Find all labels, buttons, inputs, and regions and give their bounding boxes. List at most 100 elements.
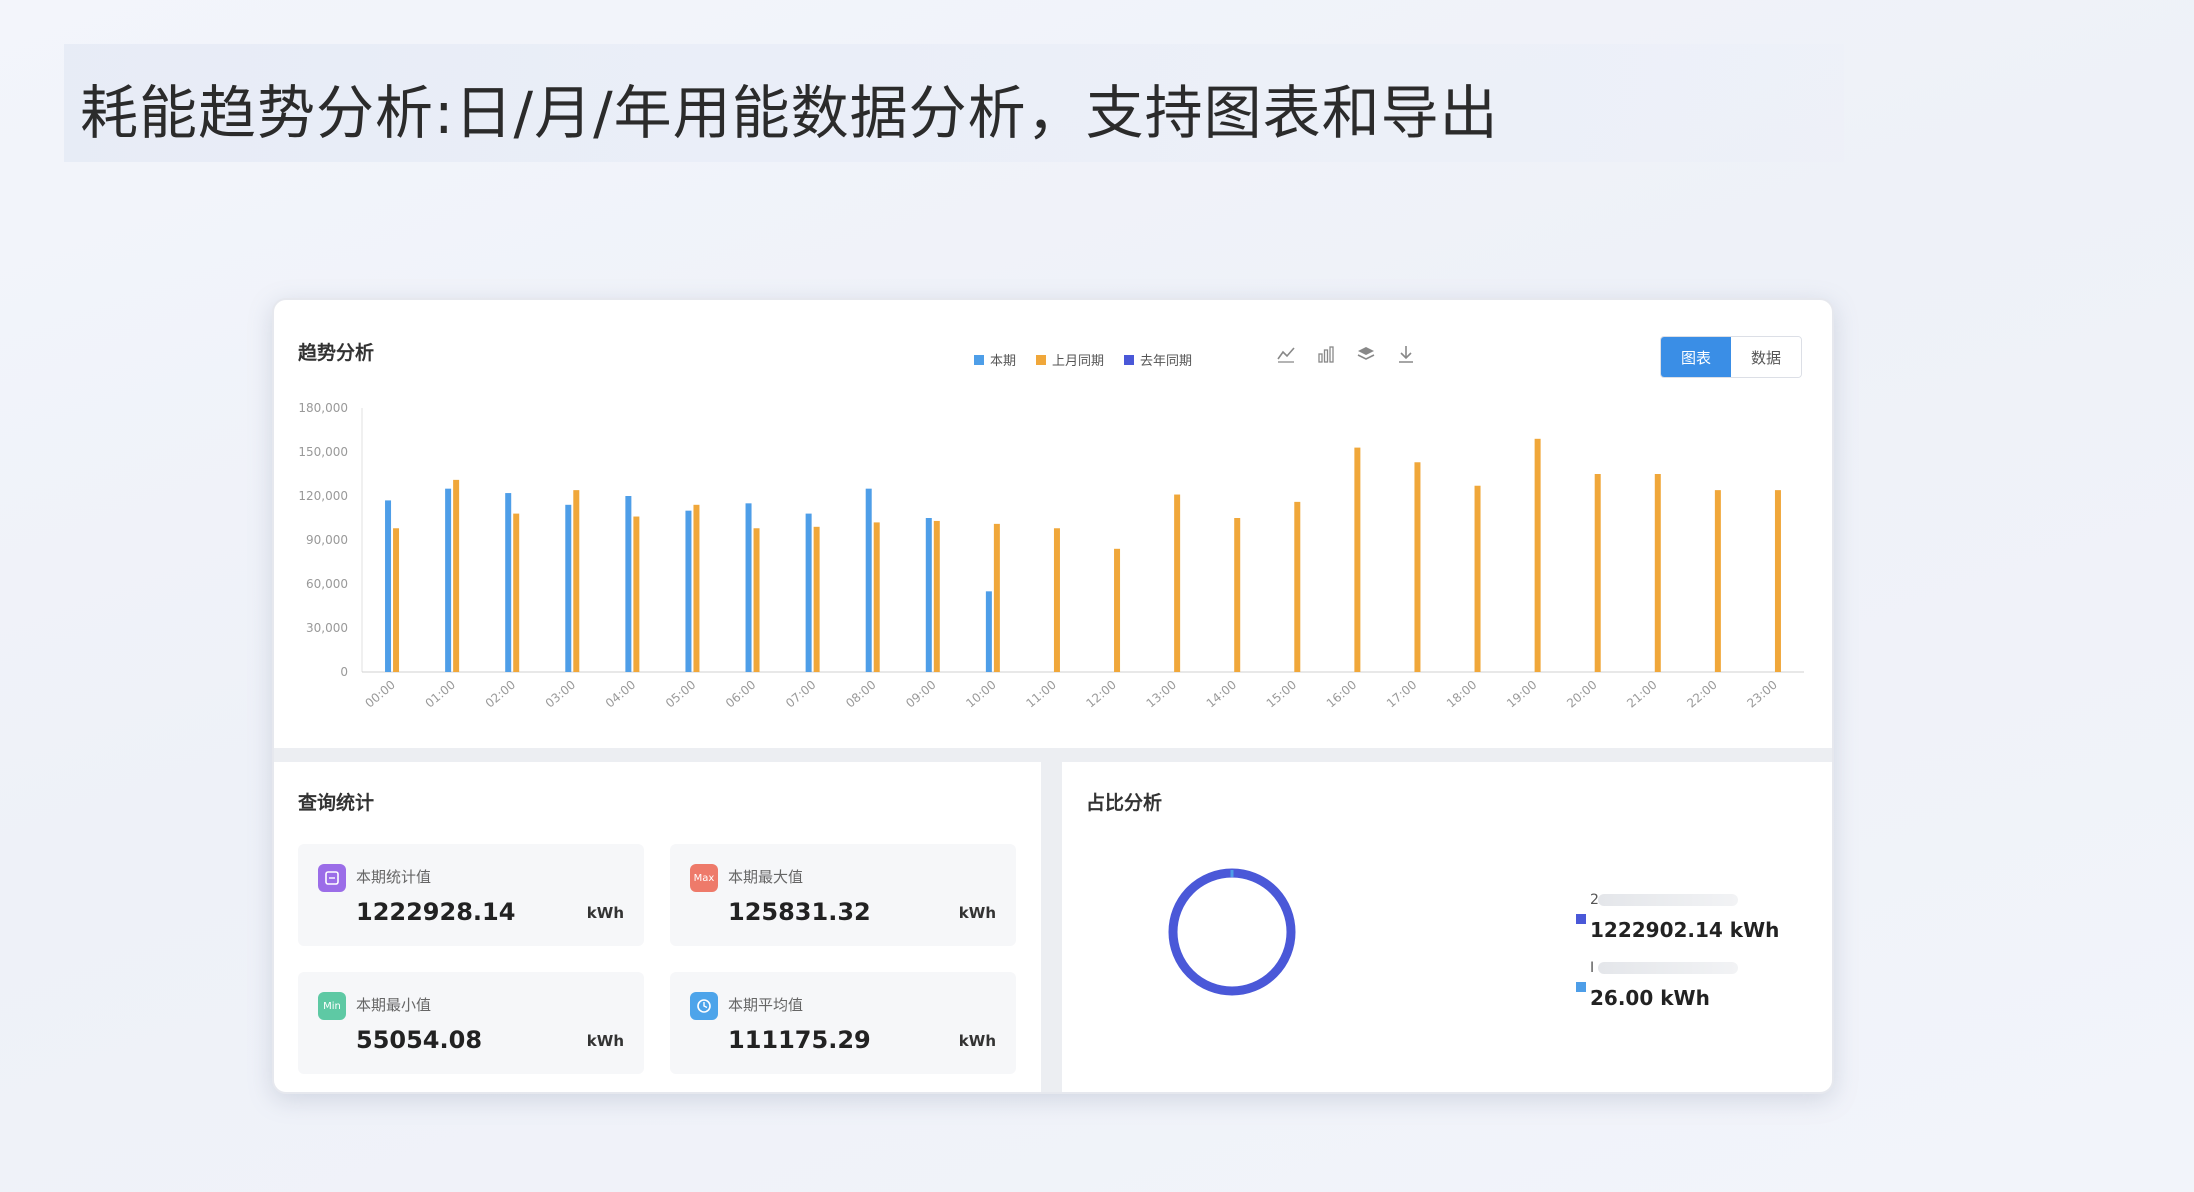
bar-last-month[interactable]	[993, 523, 1000, 672]
x-tick-label: 19:00	[1504, 678, 1539, 711]
bar-last-month[interactable]	[1474, 485, 1481, 672]
stat-value: 125831.32	[728, 898, 871, 926]
bar-last-month[interactable]	[873, 522, 880, 672]
x-tick-label: 08:00	[843, 678, 878, 711]
stat-unit: kWh	[958, 904, 996, 922]
bar-last-month[interactable]	[1294, 501, 1301, 672]
x-tick-label: 16:00	[1324, 678, 1359, 711]
bar-last-month[interactable]	[1714, 490, 1721, 672]
y-tick-label: 150,000	[298, 445, 348, 459]
bar-last-month[interactable]	[1174, 494, 1181, 672]
ratio-swatch	[1576, 914, 1586, 924]
x-tick-label: 06:00	[723, 678, 758, 711]
ratio-title: 占比分析	[1086, 792, 1163, 814]
bar-current[interactable]	[745, 503, 752, 672]
stat-value: 111175.29	[728, 1026, 871, 1054]
ratio-card: 占比分析 2 1222902.14 kWh I 26.00 kWh	[1062, 762, 1832, 1092]
bar-last-month[interactable]	[933, 520, 940, 672]
y-tick-label: 0	[340, 665, 348, 679]
x-tick-label: 09:00	[903, 678, 938, 711]
bar-current[interactable]	[865, 488, 872, 672]
stat-min: Min 本期最小值 55054.08 kWh	[298, 972, 644, 1074]
x-tick-label: 23:00	[1744, 678, 1779, 711]
clock-icon	[690, 992, 718, 1020]
y-tick-label: 30,000	[306, 621, 348, 635]
y-tick-label: 180,000	[298, 401, 348, 415]
bar-current[interactable]	[625, 496, 632, 672]
bar-last-month[interactable]	[573, 490, 580, 672]
y-tick-label: 60,000	[306, 577, 348, 591]
bar-current[interactable]	[985, 591, 992, 672]
dashboard-panel: 趋势分析 本期 上月同期 去年同期 图表 数据 0 30,000 60,000 …	[272, 298, 1834, 1094]
x-tick-label: 00:00	[362, 678, 397, 711]
x-tick-label: 21:00	[1624, 678, 1659, 711]
x-tick-label: 14:00	[1204, 678, 1239, 711]
bar-last-month[interactable]	[1114, 548, 1121, 672]
donut-ring-main	[1168, 868, 1296, 996]
bar-last-month[interactable]	[1534, 438, 1541, 672]
stat-value: 55054.08	[356, 1026, 483, 1054]
bar-last-month[interactable]	[1053, 528, 1060, 672]
x-tick-label: 04:00	[603, 678, 638, 711]
bar-current[interactable]	[685, 510, 692, 672]
x-tick-label: 01:00	[423, 678, 458, 711]
bar-last-month[interactable]	[753, 528, 760, 672]
bar-last-month[interactable]	[1234, 518, 1241, 672]
x-tick-label: 17:00	[1384, 678, 1419, 711]
ratio-name-redacted	[1598, 894, 1738, 906]
ratio-value: 26.00 kWh	[1590, 986, 1710, 1010]
bar-last-month[interactable]	[393, 528, 400, 672]
bar-current[interactable]	[505, 493, 512, 672]
y-tick-label: 90,000	[306, 533, 348, 547]
x-tick-label: 07:00	[783, 678, 818, 711]
stat-label: 本期统计值	[356, 868, 432, 886]
y-tick-label: 120,000	[298, 489, 348, 503]
ratio-swatch	[1576, 982, 1586, 992]
stat-unit: kWh	[586, 1032, 624, 1050]
ratio-name: I	[1590, 960, 1595, 976]
stats-card: 查询统计 本期统计值 1222928.14 kWh Max 本期最大值 1258…	[274, 762, 1041, 1092]
ratio-donut-chart	[1168, 868, 1296, 996]
x-tick-label: 13:00	[1144, 678, 1179, 711]
stat-average: 本期平均值 111175.29 kWh	[670, 972, 1016, 1074]
stat-unit: kWh	[586, 904, 624, 922]
stat-value: 1222928.14	[356, 898, 516, 926]
x-tick-label: 22:00	[1684, 678, 1719, 711]
bar-last-month[interactable]	[1774, 490, 1781, 672]
x-tick-label: 18:00	[1444, 678, 1479, 711]
bar-current[interactable]	[385, 500, 392, 672]
bar-last-month[interactable]	[1654, 474, 1661, 672]
x-tick-label: 11:00	[1023, 678, 1058, 711]
bar-current[interactable]	[565, 504, 572, 672]
ratio-value: 1222902.14 kWh	[1590, 918, 1780, 942]
max-icon: Max	[690, 864, 718, 892]
bar-last-month[interactable]	[1594, 474, 1601, 672]
stat-label: 本期最小值	[356, 996, 432, 1014]
x-tick-label: 15:00	[1264, 678, 1299, 711]
x-tick-label: 02:00	[483, 678, 518, 711]
sum-icon	[318, 864, 346, 892]
trend-bar-chart: 0 30,000 60,000 90,000 120,000 150,000 180,000…	[298, 401, 1804, 711]
x-tick-label: 05:00	[663, 678, 698, 711]
bar-last-month[interactable]	[513, 513, 520, 672]
x-tick-label: 03:00	[543, 678, 578, 711]
bar-current[interactable]	[805, 513, 812, 672]
bar-last-month[interactable]	[693, 504, 700, 672]
bar-last-month[interactable]	[813, 526, 820, 672]
bar-last-month[interactable]	[453, 479, 460, 672]
stat-unit: kWh	[958, 1032, 996, 1050]
ratio-name-redacted	[1598, 962, 1738, 974]
bar-last-month[interactable]	[1354, 447, 1361, 672]
bar-last-month[interactable]	[1414, 462, 1421, 672]
stat-max: Max 本期最大值 125831.32 kWh	[670, 844, 1016, 946]
x-tick-label: 20:00	[1564, 678, 1599, 711]
bar-last-month[interactable]	[633, 516, 640, 672]
bar-current[interactable]	[445, 488, 452, 672]
stat-label: 本期最大值	[728, 868, 804, 886]
slide-title: 耗能趋势分析:日/月/年用能数据分析，支持图表和导出	[80, 79, 1499, 147]
stats-title: 查询统计	[298, 792, 375, 814]
stat-label: 本期平均值	[728, 996, 804, 1014]
min-icon: Min	[318, 992, 346, 1020]
bar-current[interactable]	[925, 518, 932, 672]
trend-card: 趋势分析 本期 上月同期 去年同期 图表 数据 0 30,000 60,000 …	[274, 300, 1832, 748]
